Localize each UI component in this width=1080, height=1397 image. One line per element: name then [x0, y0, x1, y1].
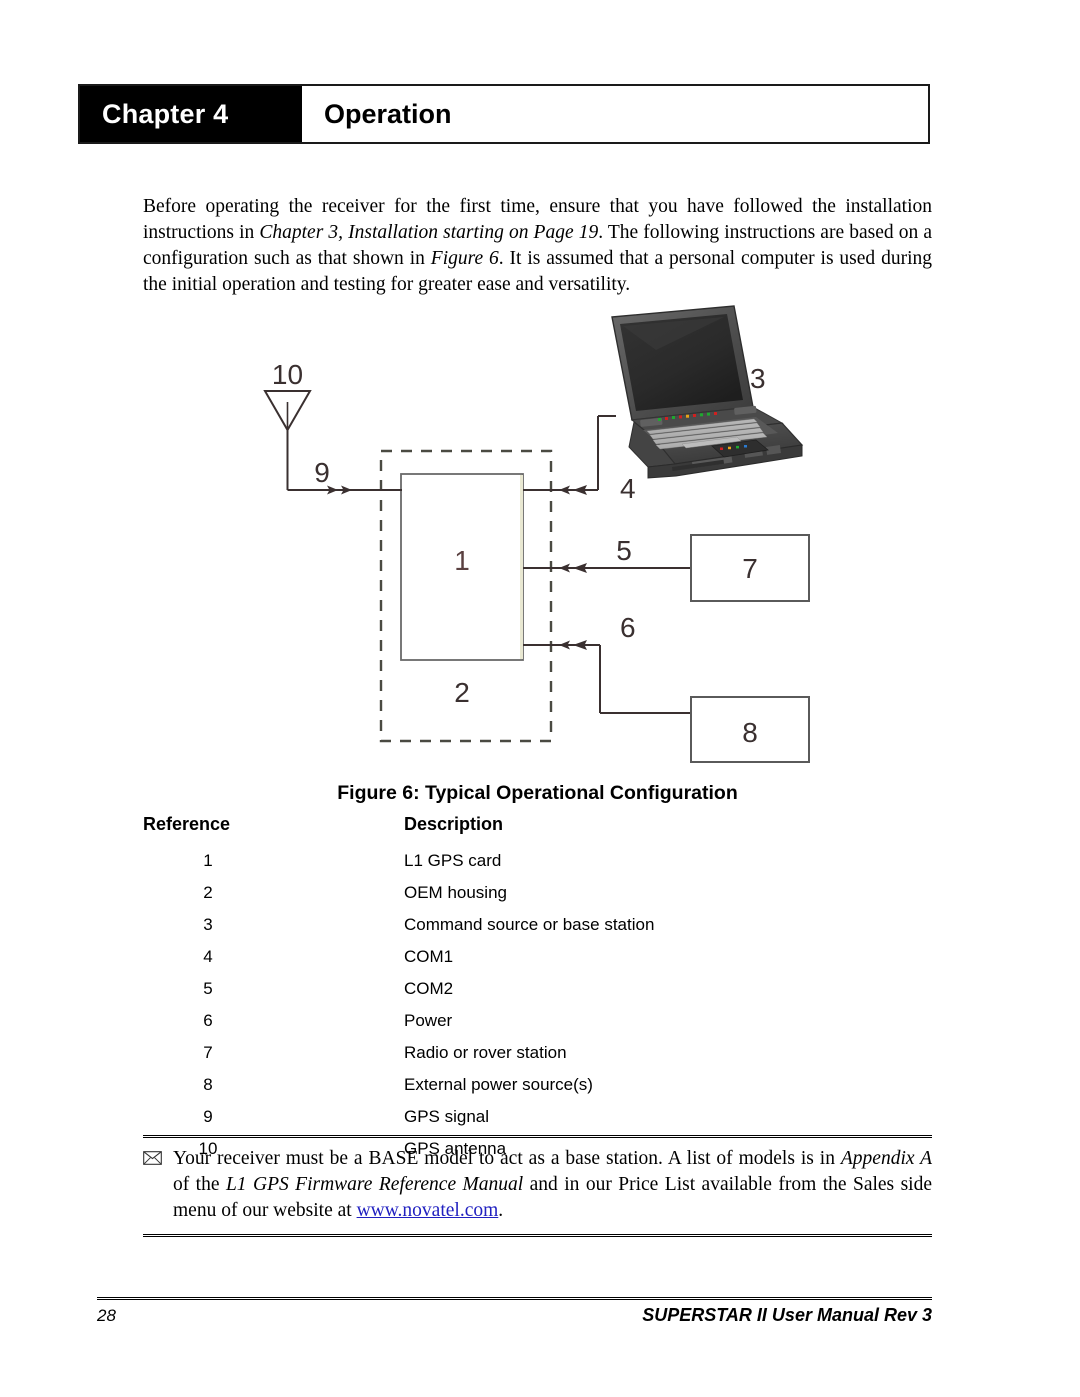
table-row: 7 Radio or rover station — [143, 1043, 843, 1075]
page-number: 28 — [97, 1306, 116, 1325]
intro-paragraph: Before operating the receiver for the fi… — [143, 194, 932, 298]
table-cell-reference: 5 — [203, 979, 213, 998]
column-header-description: Description — [404, 814, 504, 834]
figure-label-10: 10 — [272, 359, 303, 390]
page-footer: 28 SUPERSTAR II User Manual Rev 3 — [97, 1305, 932, 1326]
envelope-icon — [143, 1146, 173, 1168]
table-cell-description: OEM housing — [404, 883, 507, 902]
note-text: Your receiver must be a BASE model to ac… — [173, 1146, 932, 1224]
figure-label-5: 5 — [616, 535, 632, 566]
figure-label-7: 7 — [742, 553, 758, 584]
novatel-website-link[interactable]: www.novatel.com — [357, 1200, 499, 1221]
table-cell-description: Radio or rover station — [404, 1043, 567, 1062]
figure-label-2: 2 — [454, 677, 470, 708]
table-cell-description: External power source(s) — [404, 1075, 593, 1094]
table-row: 8 External power source(s) — [143, 1075, 843, 1107]
connection-diagram: 10 9 2 1 4 3 5 7 6 8 — [263, 359, 810, 763]
table-cell-reference: 3 — [203, 915, 213, 934]
reference-table: Reference Description 1 L1 GPS card 2 OEM h… — [143, 814, 843, 1171]
chapter-number-label: Chapter 4 — [102, 98, 229, 129]
table-header-row: Reference Description — [143, 814, 843, 851]
note-reference-manual-title: L1 GPS Firmware Reference Manual — [225, 1174, 524, 1195]
table-row: 3 Command source or base station — [143, 915, 843, 947]
table-body: 1 L1 GPS card 2 OEM housing 3 Command source … — [143, 851, 843, 1171]
footer-divider — [97, 1297, 932, 1300]
table-cell-reference: 6 — [203, 1011, 213, 1030]
chapter-header: Chapter 4 Operation — [78, 84, 930, 144]
table-cell-description: COM2 — [404, 979, 454, 998]
table-cell-description: Power — [404, 1011, 453, 1030]
note-text-part4: . — [498, 1200, 504, 1221]
table-row: 4 COM1 — [143, 947, 843, 979]
intro-cross-reference-chapter3: Chapter 3, Installation starting on Page… — [259, 221, 599, 243]
figure-label-6: 6 — [620, 612, 636, 643]
figure-label-8: 8 — [742, 717, 758, 748]
figure-caption: Figure 6: Typical Operational Configurat… — [337, 782, 738, 804]
table-cell-description: Command source or base station — [404, 915, 655, 934]
table-cell-description: COM1 — [404, 947, 454, 966]
chapter-number-tab: Chapter 4 — [80, 86, 302, 142]
figure-diagram: 10 9 2 1 4 3 5 7 6 8 — [0, 290, 1080, 780]
laptop-computer-illustration — [596, 304, 808, 484]
table-row: 2 OEM housing — [143, 883, 843, 915]
page-title: Operation — [324, 98, 452, 129]
table-cell-reference: 7 — [203, 1043, 213, 1062]
manual-title: SUPERSTAR II User Manual Rev 3 — [642, 1305, 932, 1325]
table-row: 6 Power — [143, 1011, 843, 1043]
power-connection — [523, 640, 691, 714]
figure-label-1: 1 — [454, 545, 470, 576]
note-text-part1: Your receiver must be a BASE model to ac… — [173, 1148, 841, 1169]
note-box: Your receiver must be a BASE model to ac… — [143, 1135, 932, 1237]
table-row: 1 L1 GPS card — [143, 851, 843, 883]
column-header-reference: Reference — [143, 814, 231, 834]
gps-antenna-symbol — [263, 390, 360, 495]
figure-label-9: 9 — [314, 457, 330, 488]
table-cell-reference: 4 — [203, 947, 213, 966]
chapter-title-area: Operation — [302, 86, 928, 142]
table-cell-description: L1 GPS card — [404, 851, 502, 870]
table-cell-reference: 1 — [203, 851, 213, 870]
intro-cross-reference-figure6: Figure 6 — [430, 247, 499, 269]
table-row: 5 COM2 — [143, 979, 843, 1011]
note-reference-appendix-a: Appendix A — [840, 1148, 932, 1169]
com2-connection — [523, 563, 691, 573]
note-text-part2: of the — [173, 1174, 226, 1195]
table-cell-reference: 8 — [203, 1075, 213, 1094]
table-cell-reference: 2 — [203, 883, 213, 902]
